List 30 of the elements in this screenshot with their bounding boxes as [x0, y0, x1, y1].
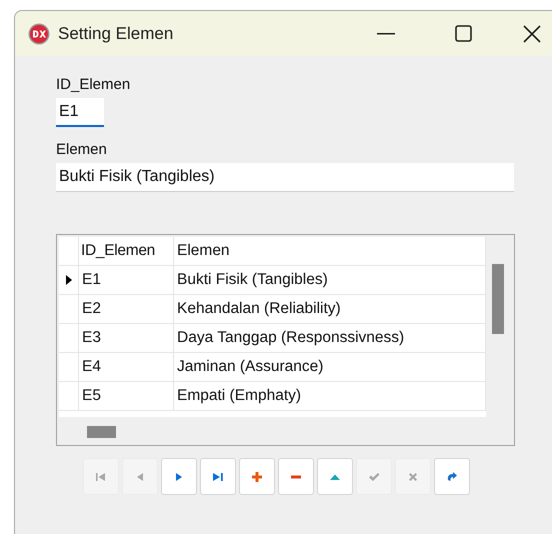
table-cell: E3 — [79, 324, 174, 352]
name-input-field[interactable]: Bukti Fisik (Tangibles) — [56, 163, 514, 192]
refresh-record-button[interactable] — [434, 458, 470, 495]
app-logo-icon — [28, 22, 50, 44]
scrollbar-thumb[interactable] — [492, 264, 504, 334]
table-cell: E2 — [79, 295, 174, 323]
column-header[interactable]: Elemen — [174, 237, 486, 265]
insert-record-button[interactable] — [239, 458, 275, 495]
maximize-icon — [454, 25, 472, 42]
delete-record-button[interactable] — [278, 458, 314, 495]
table-cell: Kehandalan (Reliability) — [174, 295, 486, 323]
scrollbar-thumb[interactable] — [87, 426, 116, 438]
close-icon — [523, 24, 541, 42]
id-input-field[interactable]: E1 — [56, 98, 104, 127]
refresh-icon — [445, 470, 459, 484]
plus-icon — [250, 470, 264, 484]
edit-record-button[interactable] — [317, 458, 353, 495]
column-header[interactable]: ID_Elemen — [79, 237, 174, 265]
table-cell: E1 — [79, 266, 174, 294]
table-cell: Bukti Fisik (Tangibles) — [174, 266, 486, 294]
window-title: Setting Elemen — [58, 24, 174, 44]
table-cell: Jaminan (Assurance) — [174, 353, 486, 381]
field-label: ID_Elemen — [56, 76, 130, 93]
table-cell: Empati (Emphaty) — [174, 382, 486, 410]
minimize-icon — [377, 32, 395, 34]
table-cell: E4 — [79, 353, 174, 381]
last-record-button[interactable] — [200, 458, 236, 495]
table-cell: E5 — [79, 382, 174, 410]
table-cell: Daya Tanggap (Responssivness) — [174, 324, 486, 352]
field-label: Elemen — [56, 141, 107, 158]
